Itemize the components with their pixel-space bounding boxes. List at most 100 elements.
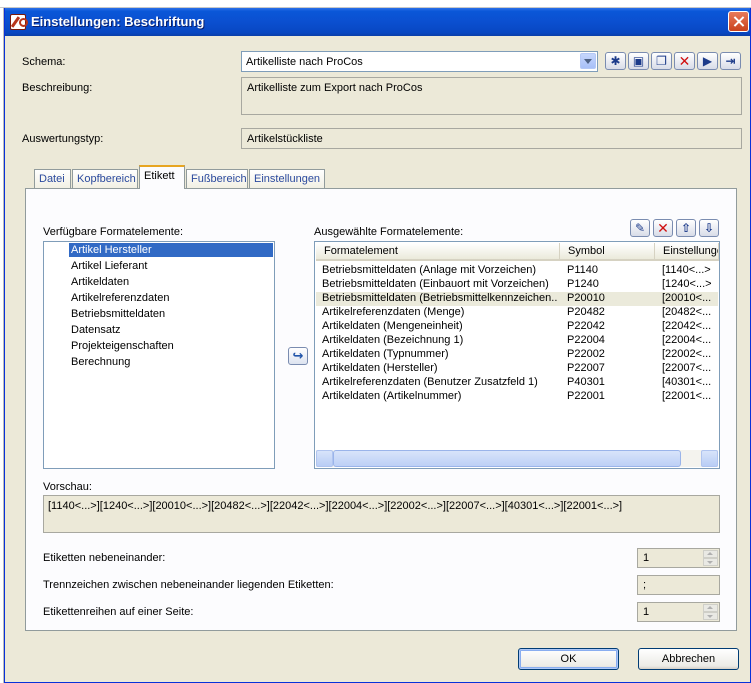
trennzeichen-field[interactable]: ; bbox=[637, 575, 720, 595]
preview-field: [1140<...>][1240<...>][20010<...>][20482… bbox=[43, 495, 720, 533]
table-row[interactable]: Artikelreferenzdaten (Benutzer Zusatzfel… bbox=[316, 376, 718, 390]
scroll-thumb[interactable] bbox=[333, 450, 681, 467]
beschreibung-field[interactable]: Artikelliste zum Export nach ProCos bbox=[241, 77, 742, 115]
table-row[interactable]: Artikeldaten (Hersteller) P22007 [22007<..… bbox=[316, 362, 718, 376]
chevron-down-icon[interactable] bbox=[580, 53, 596, 69]
tab-kopfbereich[interactable]: Kopfbereich bbox=[72, 169, 138, 189]
table-cell-setting: [22001<... bbox=[662, 390, 712, 402]
table-row[interactable]: Artikeldaten (Mengeneinheit) P22042 [22042… bbox=[316, 320, 718, 334]
column-header-einstellungen[interactable]: Einstellunge bbox=[655, 243, 719, 261]
list-item[interactable]: Projekteigenschaften bbox=[69, 339, 176, 353]
delete-schema-button[interactable]: ✕ bbox=[674, 52, 695, 70]
reihen-label: Etikettenreihen auf einer Seite: bbox=[43, 606, 194, 618]
spin-up-icon[interactable] bbox=[703, 550, 718, 558]
move-down-icon: ⇩ bbox=[703, 221, 715, 235]
spin-down-icon[interactable] bbox=[703, 612, 718, 620]
table-cell-setting: [22002<... bbox=[662, 348, 712, 360]
column-header-symbol[interactable]: Symbol bbox=[560, 243, 655, 261]
save-schema-button[interactable]: ▣ bbox=[628, 52, 649, 70]
new-schema-button[interactable]: ✱ bbox=[605, 52, 626, 70]
selected-label: Ausgewählte Formatelemente: bbox=[314, 226, 464, 238]
table-cell-symbol: P1140 bbox=[567, 264, 598, 276]
scroll-left-arrow[interactable] bbox=[316, 450, 333, 467]
move-up-icon: ⇧ bbox=[680, 221, 692, 235]
table-cell-symbol: P22007 bbox=[567, 362, 605, 374]
table-cell-setting: [22007<... bbox=[662, 362, 712, 374]
table-cell-setting: [20482<... bbox=[662, 306, 712, 318]
remove-element-button[interactable]: ✕ bbox=[653, 219, 673, 237]
auswertungstyp-value: Artikelstückliste bbox=[247, 133, 323, 145]
nebeneinander-value: 1 bbox=[643, 552, 650, 564]
list-item[interactable]: Betriebsmitteldaten bbox=[69, 307, 167, 321]
scroll-right-arrow[interactable] bbox=[701, 450, 718, 467]
table-row[interactable]: Betriebsmitteldaten (Betriebsmittelkennz… bbox=[316, 292, 718, 306]
preview-value: [1140<...>][1240<...>][20010<...>][20482… bbox=[48, 500, 623, 512]
import-schema-button[interactable]: ▶ bbox=[697, 52, 718, 70]
table-cell-setting: [1140<...> bbox=[662, 264, 711, 276]
tab-etikett[interactable]: Etikett bbox=[139, 165, 185, 189]
spinner-buttons[interactable] bbox=[703, 550, 718, 566]
spin-down-icon[interactable] bbox=[703, 558, 718, 566]
available-list[interactable]: Artikel Hersteller Artikel Lieferant Art… bbox=[43, 241, 275, 469]
list-item[interactable]: Datensatz bbox=[69, 323, 123, 337]
trennzeichen-label: Trennzeichen zwischen nebeneinander lieg… bbox=[43, 579, 334, 591]
spin-up-icon[interactable] bbox=[703, 604, 718, 612]
horizontal-scrollbar[interactable] bbox=[316, 450, 718, 467]
list-item[interactable]: Artikelreferenzdaten bbox=[69, 291, 171, 305]
beschreibung-value: Artikelliste zum Export nach ProCos bbox=[247, 82, 423, 94]
tab-einstellungen[interactable]: Einstellungen bbox=[249, 169, 325, 189]
table-row[interactable]: Artikeldaten (Bezeichnung 1) P22004 [22004… bbox=[316, 334, 718, 348]
table-row[interactable]: Artikeldaten (Artikelnummer) P22001 [22001… bbox=[316, 390, 718, 404]
table-cell-symbol: P22002 bbox=[567, 348, 605, 360]
cancel-button[interactable]: Abbrechen bbox=[638, 648, 739, 670]
add-element-button[interactable]: ↪ bbox=[288, 347, 308, 365]
list-item[interactable]: Artikeldaten bbox=[69, 275, 131, 289]
ok-button[interactable]: OK bbox=[518, 648, 619, 670]
table-cell-symbol: P22004 bbox=[567, 334, 605, 346]
table-cell-element: Artikelreferenzdaten (Benutzer Zusatzfel… bbox=[322, 376, 538, 388]
remove-icon: ✕ bbox=[657, 220, 669, 236]
table-cell-element: Artikeldaten (Typnummer) bbox=[322, 348, 449, 360]
move-up-button[interactable]: ⇧ bbox=[676, 219, 696, 237]
selected-grid[interactable]: Formatelement Symbol Einstellunge Betrie… bbox=[314, 241, 720, 469]
copy-icon: ❐ bbox=[656, 54, 667, 68]
list-item[interactable]: Berechnung bbox=[69, 355, 132, 369]
edit-element-button[interactable]: ✎ bbox=[630, 219, 650, 237]
table-row[interactable]: Betriebsmitteldaten (Anlage mit Vorzeich… bbox=[316, 264, 718, 278]
column-header-formatelement[interactable]: Formatelement bbox=[316, 243, 560, 261]
arrow-right-icon: ↪ bbox=[292, 348, 304, 363]
import-icon: ▶ bbox=[702, 54, 713, 68]
schema-combo[interactable]: Artikelliste nach ProCos bbox=[241, 51, 598, 72]
export-icon: ⇥ bbox=[725, 54, 736, 68]
table-cell-symbol: P22042 bbox=[567, 320, 605, 332]
table-row[interactable]: Artikelreferenzdaten (Menge) P20482 [20482… bbox=[316, 306, 718, 320]
nebeneinander-spinner[interactable]: 1 bbox=[637, 548, 720, 568]
reihen-spinner[interactable]: 1 bbox=[637, 602, 720, 622]
tab-datei[interactable]: Datei bbox=[34, 169, 71, 189]
table-cell-element: Artikelreferenzdaten (Menge) bbox=[322, 306, 465, 318]
auswertungstyp-label: Auswertungstyp: bbox=[22, 133, 104, 145]
schema-value: Artikelliste nach ProCos bbox=[246, 56, 363, 68]
list-item[interactable]: Artikel Hersteller bbox=[69, 243, 273, 257]
reihen-value: 1 bbox=[643, 606, 650, 618]
copy-schema-button[interactable]: ❐ bbox=[651, 52, 672, 70]
table-cell-element: Betriebsmitteldaten (Betriebsmittelkennz… bbox=[322, 292, 558, 304]
trennzeichen-value: ; bbox=[643, 579, 647, 591]
table-row[interactable]: Artikeldaten (Typnummer) P22002 [22002<... bbox=[316, 348, 718, 362]
spinner-buttons[interactable] bbox=[703, 604, 718, 620]
table-cell-setting: [22004<... bbox=[662, 334, 712, 346]
title-bar[interactable]: Einstellungen: Beschriftung bbox=[5, 8, 750, 36]
table-cell-element: Artikeldaten (Artikelnummer) bbox=[322, 390, 462, 402]
window-title: Einstellungen: Beschriftung bbox=[31, 14, 205, 29]
table-row[interactable]: Betriebsmitteldaten (Einbauort mit Vorze… bbox=[316, 278, 718, 292]
move-down-button[interactable]: ⇩ bbox=[699, 219, 719, 237]
dialog-window: Einstellungen: Beschriftung Schema: Arti… bbox=[4, 8, 751, 683]
table-cell-setting: [1240<...> bbox=[662, 278, 712, 290]
close-button[interactable] bbox=[728, 11, 749, 32]
auswertungstyp-field: Artikelstückliste bbox=[241, 128, 742, 149]
edit-icon: ✎ bbox=[634, 221, 646, 235]
background-strip bbox=[0, 0, 751, 8]
export-schema-button[interactable]: ⇥ bbox=[720, 52, 741, 70]
list-item[interactable]: Artikel Lieferant bbox=[69, 259, 149, 273]
tab-fussbereich[interactable]: Fußbereich bbox=[186, 169, 248, 189]
